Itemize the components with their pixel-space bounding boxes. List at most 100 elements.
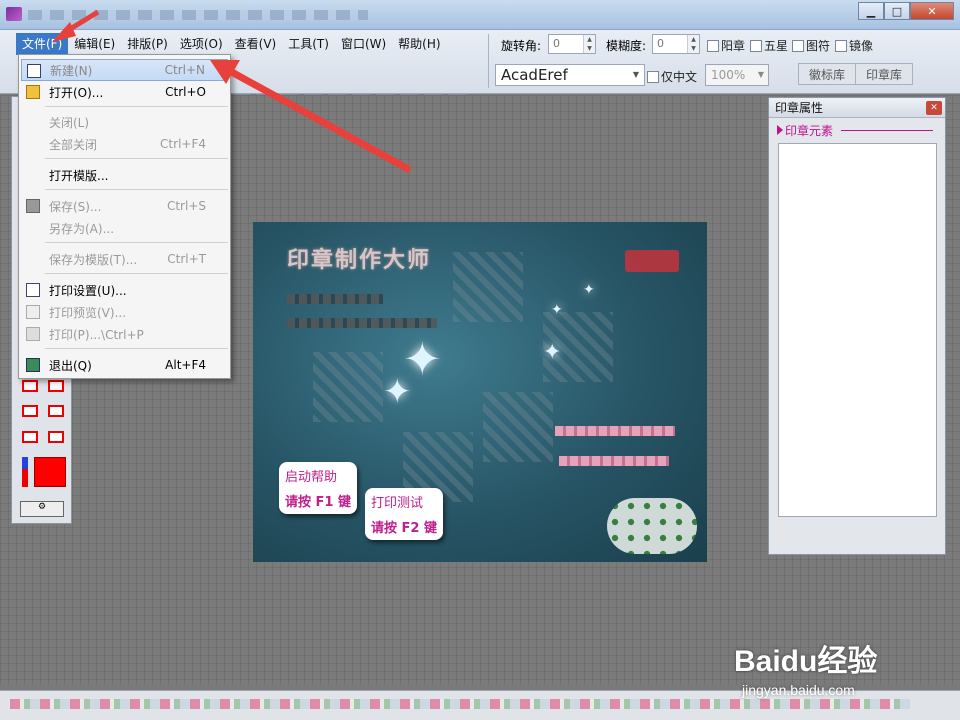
panel-title: 印章属性 [769, 98, 945, 118]
star-icon: ✦ [583, 282, 595, 298]
menu-window[interactable]: 窗口(W) [335, 33, 392, 55]
minimize-button[interactable]: ▁ [858, 2, 884, 20]
menu-item-open-template[interactable]: 打开模版... [21, 164, 228, 186]
menu-item-new[interactable]: 新建(N) Ctrl+N [21, 59, 228, 81]
layout-tool-icon[interactable] [48, 380, 64, 392]
checkbox-box[interactable] [707, 39, 719, 52]
menu-item-close[interactable]: 关闭(L) [21, 111, 228, 133]
layout-tool-icon[interactable] [22, 405, 38, 417]
tab-logo-library[interactable]: 徽标库 [798, 63, 857, 85]
menu-layout[interactable]: 排版(P) [121, 33, 174, 55]
print-preview-icon [26, 305, 40, 319]
star-icon: ✦ [383, 372, 412, 412]
watermark-logo: Baidu经验 [734, 645, 878, 678]
watermark-url: jingyan.baidu.com [742, 682, 855, 698]
layout-tool-icon[interactable] [22, 380, 38, 392]
menu-view[interactable]: 查看(V) [229, 33, 283, 55]
panel-close-icon[interactable]: ✕ [926, 101, 942, 115]
checkbox-yang[interactable]: 阳章 [707, 37, 745, 54]
checkbox-box[interactable] [835, 39, 847, 52]
font-select[interactable]: AcadEref ▼ [495, 64, 645, 86]
checkbox-star[interactable]: 五星 [750, 37, 788, 54]
title-bar: ▁ □ ✕ [0, 0, 960, 30]
chevron-down-icon[interactable]: ▼ [754, 65, 768, 85]
menu-separator [45, 106, 228, 107]
blur-label: 模糊度: [606, 39, 647, 53]
palette-footer-icon[interactable]: ⚙ [20, 501, 64, 517]
splash-screen: 印章制作大师 ✦ ✦ ✦ ✦ ✦ 启动帮助 请按 F1 键 打印测试 请按 F2… [253, 222, 707, 562]
triangle-icon [777, 125, 783, 135]
layout-tool-icon[interactable] [48, 431, 64, 443]
menu-file[interactable]: 文件(F) [16, 33, 69, 55]
app-icon [6, 7, 22, 21]
menu-item-open[interactable]: 打开(O)... Ctrl+O [21, 81, 228, 103]
color-strip[interactable] [22, 457, 28, 487]
section-header: 印章元素 [777, 124, 941, 138]
menu-tools[interactable]: 工具(T) [282, 33, 335, 55]
menu-item-print-preview[interactable]: 打印预览(V)... [21, 301, 228, 323]
menu-options[interactable]: 选项(O) [174, 33, 229, 55]
exit-door-icon [26, 358, 40, 372]
decor-glyph [483, 392, 553, 462]
baidu-watermark: Baidu经验 jingyan.baidu.com [734, 636, 877, 698]
chevron-down-icon[interactable]: ▼ [628, 65, 644, 85]
menubar: 文件(F) 编辑(E) 排版(P) 选项(O) 查看(V) 工具(T) 窗口(W… [16, 33, 447, 55]
decor-glyph [313, 352, 383, 422]
maximize-button[interactable]: □ [884, 2, 910, 20]
menu-item-close-all[interactable]: 全部关闭 Ctrl+F4 [21, 133, 228, 155]
menu-item-print-setup[interactable]: 打印设置(U)... [21, 279, 228, 301]
menu-edit[interactable]: 编辑(E) [68, 33, 121, 55]
spin-arrows-icon[interactable]: ▲ ▼ [583, 35, 595, 53]
menu-item-exit[interactable]: 退出(Q) Alt+F4 [21, 354, 228, 376]
rotate-spinner[interactable]: 0 ▲ ▼ [548, 34, 596, 54]
stamp-decoration [607, 498, 697, 554]
splash-title: 印章制作大师 [287, 248, 432, 273]
menu-help[interactable]: 帮助(H) [392, 33, 446, 55]
page-setup-icon [26, 283, 40, 297]
decor-glyph [453, 252, 523, 322]
menu-separator [45, 348, 228, 349]
size-select[interactable]: 100% ▼ [705, 64, 769, 86]
help-card-f2: 打印测试 请按 F2 键 [365, 488, 443, 540]
new-document-icon [27, 64, 41, 78]
window-controls: ▁ □ ✕ [858, 2, 954, 20]
window-title-blurred [28, 10, 368, 20]
star-icon: ✦ [543, 340, 562, 365]
menu-separator [45, 158, 228, 159]
section-rule [841, 130, 933, 131]
checkbox-box[interactable] [647, 70, 659, 83]
toolbar-separator [488, 34, 489, 88]
website-line [555, 426, 675, 436]
menu-item-print[interactable]: 打印(P)...\Ctrl+P [21, 323, 228, 345]
menu-separator [45, 242, 228, 243]
layout-tool-icon[interactable] [48, 405, 64, 417]
seal-properties-panel: 印章属性 ✕ 印章元素 [768, 97, 946, 555]
tab-seal-library[interactable]: 印章库 [855, 63, 914, 85]
checkbox-box[interactable] [750, 39, 762, 52]
checkbox-box[interactable] [792, 39, 804, 52]
folder-open-icon [26, 85, 40, 99]
close-button[interactable]: ✕ [910, 2, 954, 20]
qq-line [559, 456, 669, 466]
rotate-label: 旋转角: [501, 39, 542, 53]
library-tabs: 徽标库 印章库 [798, 63, 950, 85]
build-line [287, 318, 437, 328]
menu-item-save-template[interactable]: 保存为模版(T)... Ctrl+T [21, 248, 228, 270]
color-swatch[interactable] [34, 457, 66, 487]
checkbox-chinese-only[interactable]: 仅中文 [647, 68, 697, 85]
checkbox-symbol[interactable]: 图符 [792, 37, 830, 54]
layout-tool-icon[interactable] [22, 431, 38, 443]
blur-spinner[interactable]: 0 ▲ ▼ [652, 34, 700, 54]
save-icon [26, 199, 40, 213]
spin-arrows-icon[interactable]: ▲ ▼ [687, 35, 699, 53]
menu-item-save[interactable]: 保存(S)... Ctrl+S [21, 195, 228, 217]
status-text-blurred [10, 699, 910, 709]
checkbox-mirror[interactable]: 镜像 [835, 37, 873, 54]
star-icon: ✦ [551, 302, 563, 318]
help-card-f1: 启动帮助 请按 F1 键 [279, 462, 357, 514]
menu-separator [45, 273, 228, 274]
menu-item-save-as[interactable]: 另存为(A)... [21, 217, 228, 239]
element-list[interactable] [778, 143, 937, 517]
splash-badge [625, 250, 679, 272]
menu-separator [45, 189, 228, 190]
